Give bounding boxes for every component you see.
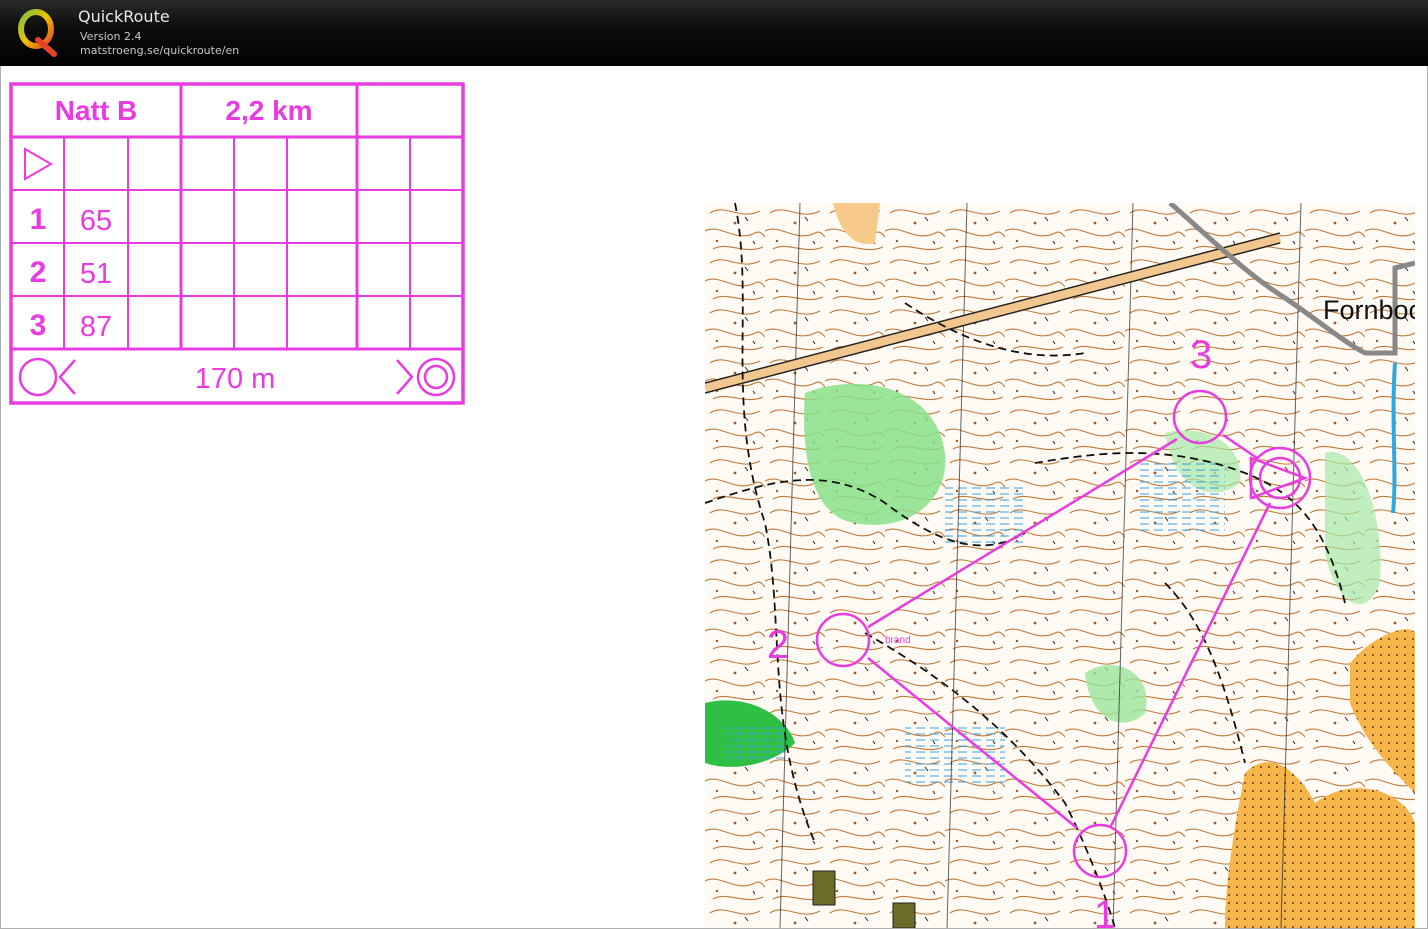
app-version: Version 2.4: [80, 30, 142, 43]
start-triangle-icon: [24, 147, 54, 181]
control-3-label: 3: [1190, 333, 1212, 377]
control-1-label: 1: [1094, 893, 1116, 928]
control-1-number: 1: [30, 203, 47, 236]
map-place-label: Fornboc: [1323, 295, 1415, 325]
orienteering-map[interactable]: Fornboc brand 1 2 3: [705, 203, 1415, 928]
control-1-code: 65: [80, 205, 112, 237]
finish-double-circle-icon: [416, 357, 456, 397]
control-3-code: 87: [80, 311, 112, 343]
control-2-code: 51: [80, 258, 112, 290]
finish-circle-icon: [18, 357, 58, 397]
control-description-sheet: Natt B 2,2 km 1 65 2 51 3 87 170 m: [9, 82, 465, 405]
course-length: 2,2 km: [225, 95, 312, 126]
control-3-number: 3: [30, 309, 47, 342]
app-url: matstroeng.se/quickroute/en: [80, 44, 240, 57]
app-name: QuickRoute: [78, 7, 170, 26]
control-2-label: 2: [767, 623, 789, 667]
control-2-number: 2: [30, 256, 47, 289]
quickroute-logo-icon: [18, 9, 57, 57]
course-name: Natt B: [55, 95, 137, 126]
title-bar: QuickRoute Version 2.4 matstroeng.se/qui…: [0, 0, 1428, 66]
finish-distance: 170 m: [195, 363, 276, 395]
map-marsh-label: brand: [885, 635, 911, 646]
